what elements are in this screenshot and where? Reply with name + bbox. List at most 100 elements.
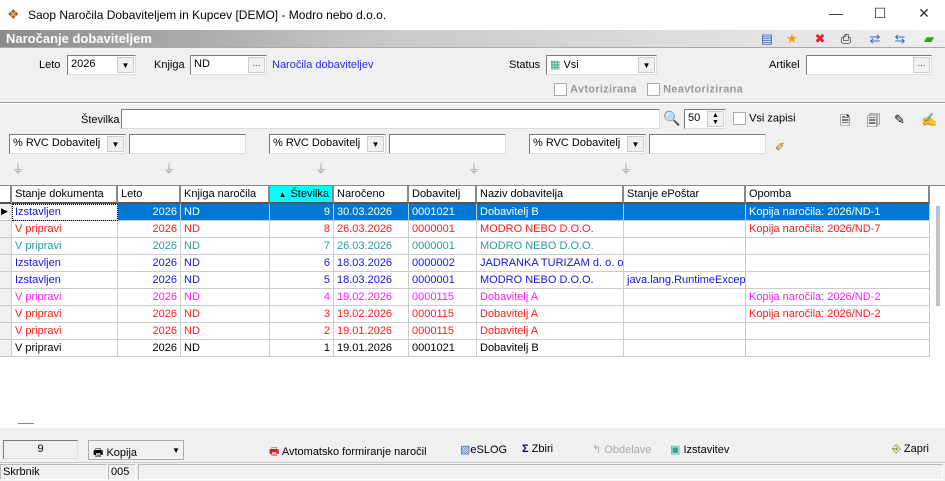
table-cell[interactable]: V pripravi [12,306,118,323]
filter-field-select-3[interactable]: % RVC Dobavitelj ▼ [529,134,646,154]
help-book-icon[interactable]: ▰ [920,31,938,47]
table-cell[interactable]: ND [181,221,270,238]
table-cell[interactable]: ND [181,306,270,323]
eraser-icon[interactable]: ✐ [775,140,785,154]
table-cell[interactable]: V pripravi [12,323,118,340]
row-indicator[interactable] [0,255,12,272]
row-indicator[interactable] [0,289,12,306]
column-header[interactable]: Stanje ePoštar [624,186,746,204]
neavtorizirana-checkbox[interactable]: Neavtorizirana [647,83,743,96]
table-cell[interactable]: V pripravi [12,221,118,238]
avtorizirana-checkbox[interactable]: Avtorizirana [554,83,637,96]
table-cell[interactable]: 19.02.2026 [334,289,409,306]
favorite-star-icon[interactable]: ★ [783,31,801,47]
row-indicator[interactable] [0,306,12,323]
table-cell[interactable]: 26.03.2026 [334,238,409,255]
table-cell[interactable] [624,221,746,238]
chevron-down-icon[interactable]: ▼ [627,136,644,152]
table-cell[interactable] [746,272,930,289]
table-cell[interactable]: 18.03.2026 [334,272,409,289]
table-cell[interactable] [624,255,746,272]
browse-button[interactable]: ··· [913,57,930,73]
table-cell[interactable]: 0000115 [409,289,477,306]
eslog-button[interactable]: ▧eSLOG [456,440,511,460]
export-icon[interactable]: ⇄ [866,31,884,47]
filter-value-input-1[interactable] [129,134,246,154]
table-cell[interactable]: Izstavljen [12,255,118,272]
chevron-down-icon[interactable]: ▼ [638,57,655,73]
leto-select[interactable]: 2026 ▼ [67,55,136,75]
table-cell[interactable] [624,323,746,340]
table-cell[interactable]: 0000115 [409,323,477,340]
table-cell[interactable]: 0000001 [409,272,477,289]
row-indicator[interactable] [0,272,12,289]
table-cell[interactable]: 2026 [118,204,181,221]
table-cell[interactable]: 18.03.2026 [334,255,409,272]
filter-field-select-1[interactable]: % RVC Dobavitelj ▼ [9,134,126,154]
filter-icon[interactable]: ⏚ [163,160,175,177]
chevron-down-icon[interactable]: ▼ [107,136,124,152]
table-cell[interactable]: 8 [270,221,334,238]
table-cell[interactable] [746,323,930,340]
table-cell[interactable]: 0001021 [409,340,477,357]
filter-value-input-2[interactable] [389,134,506,154]
table-cell[interactable]: V pripravi [12,289,118,306]
table-cell[interactable]: V pripravi [12,238,118,255]
table-cell[interactable]: 2026 [118,306,181,323]
table-cell[interactable]: MODRO NEBO D.O.O. [477,221,624,238]
table-cell[interactable]: 7 [270,238,334,255]
table-cell[interactable]: Kopija naročila: 2026/ND-2 [746,306,930,323]
table-cell[interactable]: 0000115 [409,306,477,323]
table-cell[interactable]: 4 [270,289,334,306]
chevron-down-icon[interactable]: ▼ [367,136,384,152]
column-header[interactable]: Knjiga naročila [181,186,270,204]
table-cell[interactable]: 9 [270,204,334,221]
table-cell[interactable]: 0000001 [409,238,477,255]
vsi-zapisi-checkbox[interactable]: Vsi zapisi [733,112,796,125]
table-cell[interactable]: 2026 [118,340,181,357]
browse-button[interactable]: ··· [248,57,265,73]
chevron-down-icon[interactable]: ▼ [172,446,180,455]
table-cell[interactable]: 2026 [118,255,181,272]
horizontal-scrollbar[interactable] [18,423,34,424]
filter-field-select-2[interactable]: % RVC Dobavitelj ▼ [269,134,386,154]
stepper-arrows-icon[interactable]: ▲ ▼ [707,111,724,127]
table-cell[interactable]: 2026 [118,289,181,306]
table-cell[interactable]: Dobavitelj A [477,289,624,306]
table-cell[interactable]: 2026 [118,221,181,238]
limit-stepper[interactable]: 50 ▲ ▼ [684,109,726,129]
table-cell[interactable]: 0000001 [409,221,477,238]
table-cell[interactable]: Izstavljen [12,272,118,289]
table-cell[interactable] [746,255,930,272]
table-cell[interactable]: 2026 [118,272,181,289]
table-cell[interactable]: MODRO NEBO D.O.O. [477,272,624,289]
chevron-down-icon[interactable]: ▼ [117,57,134,73]
table-cell[interactable]: Dobavitelj B [477,204,624,221]
table-cell[interactable]: 3 [270,306,334,323]
table-cell[interactable]: ND [181,272,270,289]
table-cell[interactable]: Dobavitelj A [477,323,624,340]
table-cell[interactable]: JADRANKA TURIZAM d. o. o. [477,255,624,272]
table-cell[interactable] [624,204,746,221]
table-cell[interactable]: V pripravi [12,340,118,357]
row-indicator[interactable] [0,221,12,238]
table-cell[interactable]: Dobavitelj A [477,306,624,323]
search-icon[interactable]: 🔍 [663,110,680,127]
column-header[interactable]: Naročeno [334,186,409,204]
edit-check-icon[interactable]: ✍ [921,112,937,128]
minimize-button[interactable]: — [826,5,846,23]
filter-icon[interactable]: ⏚ [12,160,24,177]
delete-doc-icon[interactable]: ✖ [811,31,829,47]
table-cell[interactable]: 1 [270,340,334,357]
column-header[interactable]: Stanje dokumenta [12,186,118,204]
row-indicator[interactable] [0,340,12,357]
filter-icon[interactable]: ⏚ [315,160,327,177]
table-cell[interactable] [624,289,746,306]
status-select[interactable]: ▦ Vsi ▼ [546,55,657,75]
table-cell[interactable]: Kopija naročila: 2026/ND-1 [746,204,930,221]
column-header[interactable]: ▲ Številka [270,186,334,204]
new-document-icon[interactable]: 🗎 [840,112,850,134]
column-header[interactable]: Naziv dobavitelja [477,186,624,204]
row-indicator[interactable] [0,238,12,255]
copy-document-icon[interactable]: 🗐 [867,112,880,134]
